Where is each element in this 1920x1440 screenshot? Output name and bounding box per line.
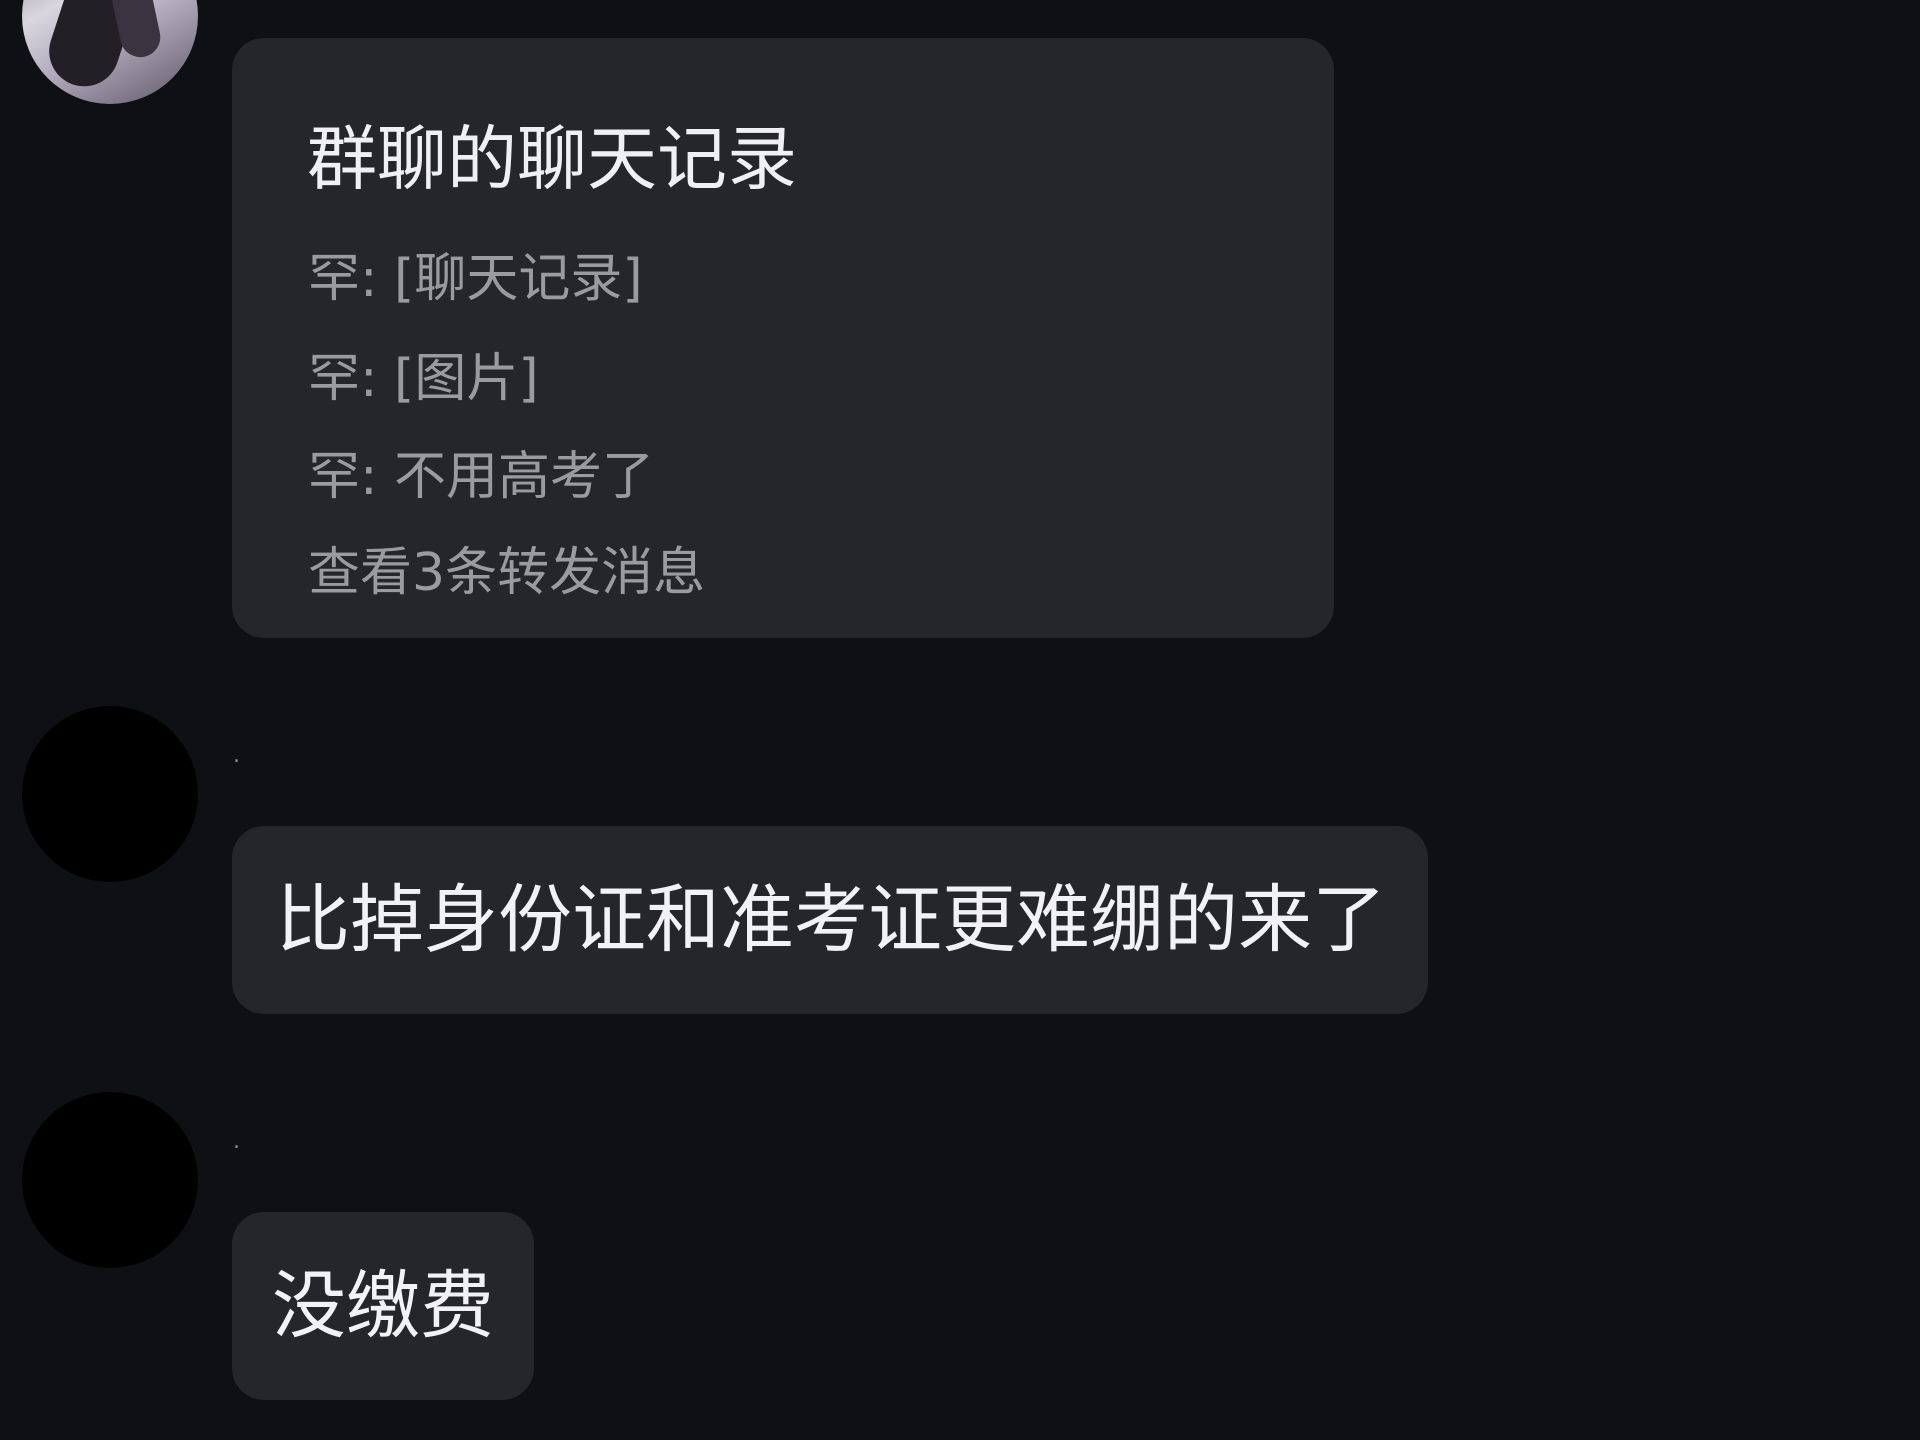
sender-avatar[interactable] <box>22 706 198 882</box>
view-forwarded-messages-link[interactable]: 查看3条转发消息 <box>308 538 705 608</box>
forwarded-chat-preview-line: 罕: [聊天记录] <box>308 249 643 309</box>
forwarded-chat-preview-line: 罕: [图片] <box>308 349 539 409</box>
forwarded-chat-card[interactable]: 群聊的聊天记录 罕: [聊天记录] 罕: [图片] 罕: 不用高考了 查看3条转… <box>232 38 1334 638</box>
sender-avatar[interactable] <box>22 0 198 104</box>
message-text: 比掉身份证和准考证更难绷的来了 <box>276 877 1386 963</box>
sender-avatar[interactable] <box>22 1092 198 1268</box>
message-bubble[interactable]: 比掉身份证和准考证更难绷的来了 <box>232 826 1428 1014</box>
forwarded-chat-preview-line: 罕: 不用高考了 <box>308 447 655 507</box>
sender-name: . <box>233 743 240 768</box>
sender-name: . <box>233 1129 240 1154</box>
message-bubble[interactable]: 没缴费 <box>232 1212 534 1400</box>
chat-message-list: 群聊的聊天记录 罕: [聊天记录] 罕: [图片] 罕: 不用高考了 查看3条转… <box>0 0 1920 1440</box>
message-text: 没缴费 <box>272 1263 494 1349</box>
forwarded-chat-title: 群聊的聊天记录 <box>307 118 797 200</box>
